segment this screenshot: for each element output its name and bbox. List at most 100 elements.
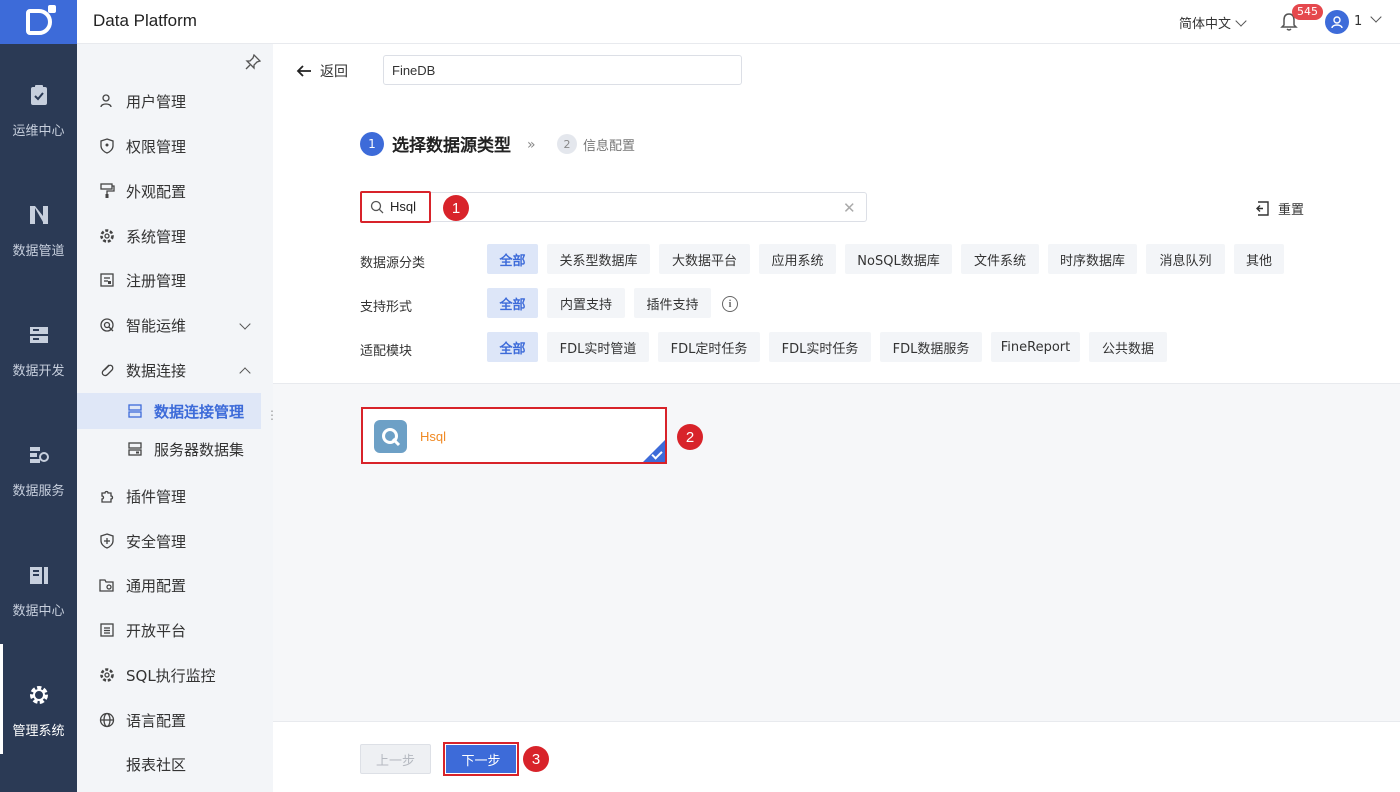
chip-category-mq[interactable]: 消息队列 (1146, 244, 1225, 274)
sidebar-item-label: 报表社区 (126, 755, 187, 774)
chip-module-fdl-data-service[interactable]: FDL数据服务 (880, 332, 982, 362)
user-icon (100, 94, 112, 108)
avatar[interactable] (1325, 10, 1349, 34)
sidebar-item-plugins[interactable]: 插件管理 (77, 478, 273, 514)
sidebar-item-sql-monitor[interactable]: SQL执行监控 (77, 657, 273, 693)
sidebar-item-label: 注册管理 (126, 271, 187, 290)
sidebar-item-label: 语言配置 (126, 711, 187, 730)
chip-category-timeseries[interactable]: 时序数据库 (1048, 244, 1137, 274)
sidebar-item-label: 插件管理 (126, 487, 187, 506)
chip-module-fdl-scheduled-task[interactable]: FDL定时任务 (658, 332, 760, 362)
sidebar-item-registration[interactable]: 注册管理 (77, 262, 273, 298)
user-name[interactable]: 1 (1354, 14, 1362, 29)
rail-item-data-pipeline[interactable]: 数据管道 (0, 164, 77, 274)
sidebar-item-open-platform[interactable]: 开放平台 (77, 612, 273, 648)
sidebar-item-appearance[interactable]: 外观配置 (77, 173, 273, 209)
step-number: 2 (557, 134, 577, 154)
sidebar-item-server-dataset[interactable]: 服务器数据集 (77, 431, 273, 467)
rail-label: 管理系统 (12, 724, 65, 739)
chip-module-fdl-realtime-task[interactable]: FDL实时任务 (769, 332, 871, 362)
reset-label: 重置 (1278, 203, 1305, 218)
sidebar-item-data-connection[interactable]: 数据连接 (77, 352, 273, 388)
chip-module-public-data[interactable]: 公共数据 (1089, 332, 1167, 362)
sidebar-item-label: 智能运维 (126, 316, 187, 335)
sidebar-item-users[interactable]: 用户管理 (77, 83, 273, 119)
service-api-icon (29, 447, 49, 463)
chip-category-app[interactable]: 应用系统 (759, 244, 836, 274)
sidebar-item-smart-ops[interactable]: 智能运维 (77, 307, 273, 343)
db-connection-icon (128, 404, 142, 418)
step-1: 1 选择数据源类型 (360, 131, 511, 156)
connection-name-input[interactable] (383, 55, 742, 85)
close-icon[interactable]: ✕ (843, 199, 856, 217)
chip-support-builtin[interactable]: 内置支持 (547, 288, 625, 318)
chip-category-relational[interactable]: 关系型数据库 (547, 244, 650, 274)
rail-item-data-service[interactable]: 数据服务 (0, 404, 77, 514)
sidebar-item-label: 安全管理 (126, 532, 187, 551)
rail-item-data-dev[interactable]: 数据开发 (0, 284, 77, 394)
filter-label-support: 支持形式 (360, 300, 413, 315)
next-button[interactable]: 下一步 (446, 745, 516, 773)
sidebar-item-permissions[interactable]: 权限管理 (77, 128, 273, 164)
chip-module-all[interactable]: 全部 (487, 332, 538, 362)
sidebar-item-security[interactable]: 安全管理 (77, 523, 273, 559)
pipeline-icon (29, 206, 48, 224)
app-logo[interactable] (0, 0, 77, 44)
paint-roller-icon (100, 183, 115, 198)
user-menu-chevron-icon[interactable] (1370, 11, 1382, 23)
sidebar-item-general-config[interactable]: 通用配置 (77, 567, 273, 603)
step-label: 信息配置 (583, 138, 636, 154)
annotation-marker: 1 (443, 195, 469, 221)
chip-support-plugin[interactable]: 插件支持 (634, 288, 711, 318)
chevron-down-icon (1235, 14, 1247, 27)
datasource-label: Hsql (420, 429, 447, 444)
server-dataset-icon (128, 442, 142, 456)
sidebar-item-system[interactable]: 系统管理 (77, 218, 273, 254)
datasource-card-hsql[interactable]: Hsql (361, 407, 667, 464)
globe-icon (99, 712, 115, 728)
pin-icon[interactable] (245, 54, 261, 70)
module-rail: 运维中心 数据管道 数据开发 数据服务 数据中心 管理系统 (0, 44, 77, 792)
logo-mark-icon (25, 5, 56, 35)
double-chevron-icon: » (527, 137, 536, 153)
rail-item-ops-center[interactable]: 运维中心 (0, 44, 77, 154)
notification-badge: 545 (1292, 4, 1323, 20)
back-button[interactable]: 返回 (296, 61, 348, 81)
rail-item-data-center[interactable]: 数据中心 (0, 524, 77, 634)
chip-category-bigdata[interactable]: 大数据平台 (659, 244, 750, 274)
reset-button[interactable]: 重置 (1255, 199, 1304, 218)
data-center-icon (29, 567, 48, 584)
annotation-marker: 2 (677, 424, 703, 450)
annotation-marker: 3 (523, 746, 549, 772)
sidebar-item-language[interactable]: 语言配置 (77, 702, 273, 738)
sidebar-item-report-community[interactable]: 报表社区 (77, 746, 273, 782)
language-label: 简体中文 (1179, 17, 1232, 32)
sidebar-item-label: 服务器数据集 (154, 440, 245, 459)
chevron-down-icon (239, 318, 251, 330)
sidebar-item-label: 数据连接管理 (154, 402, 245, 421)
step-number: 1 (360, 131, 384, 156)
shield-plus-icon (100, 533, 114, 549)
sidebar-item-data-connection-manage[interactable]: 数据连接管理 (77, 393, 261, 429)
sidebar-item-label: SQL执行监控 (126, 666, 216, 685)
gear-icon (100, 668, 114, 682)
prev-button[interactable]: 上一步 (360, 744, 431, 774)
clipboard-check-icon (30, 85, 47, 105)
monitor-icon (100, 318, 114, 332)
server-stack-icon (29, 327, 48, 343)
sidebar-item-label: 开放平台 (126, 621, 187, 640)
chip-support-all[interactable]: 全部 (487, 288, 538, 318)
rail-item-admin-system[interactable]: 管理系统 (0, 644, 77, 754)
chip-module-fdl-realtime-pipeline[interactable]: FDL实时管道 (547, 332, 649, 362)
list-icon (100, 623, 114, 637)
reset-icon (1256, 201, 1269, 216)
chip-category-all[interactable]: 全部 (487, 244, 538, 274)
chip-category-file[interactable]: 文件系统 (961, 244, 1039, 274)
language-selector[interactable]: 简体中文 (1179, 13, 1247, 32)
search-input[interactable] (360, 192, 867, 222)
chip-category-other[interactable]: 其他 (1234, 244, 1284, 274)
chip-module-finereport[interactable]: FineReport (991, 332, 1080, 362)
chip-category-nosql[interactable]: NoSQL数据库 (845, 244, 952, 274)
info-icon[interactable]: i (722, 296, 738, 312)
link-icon (101, 364, 114, 377)
